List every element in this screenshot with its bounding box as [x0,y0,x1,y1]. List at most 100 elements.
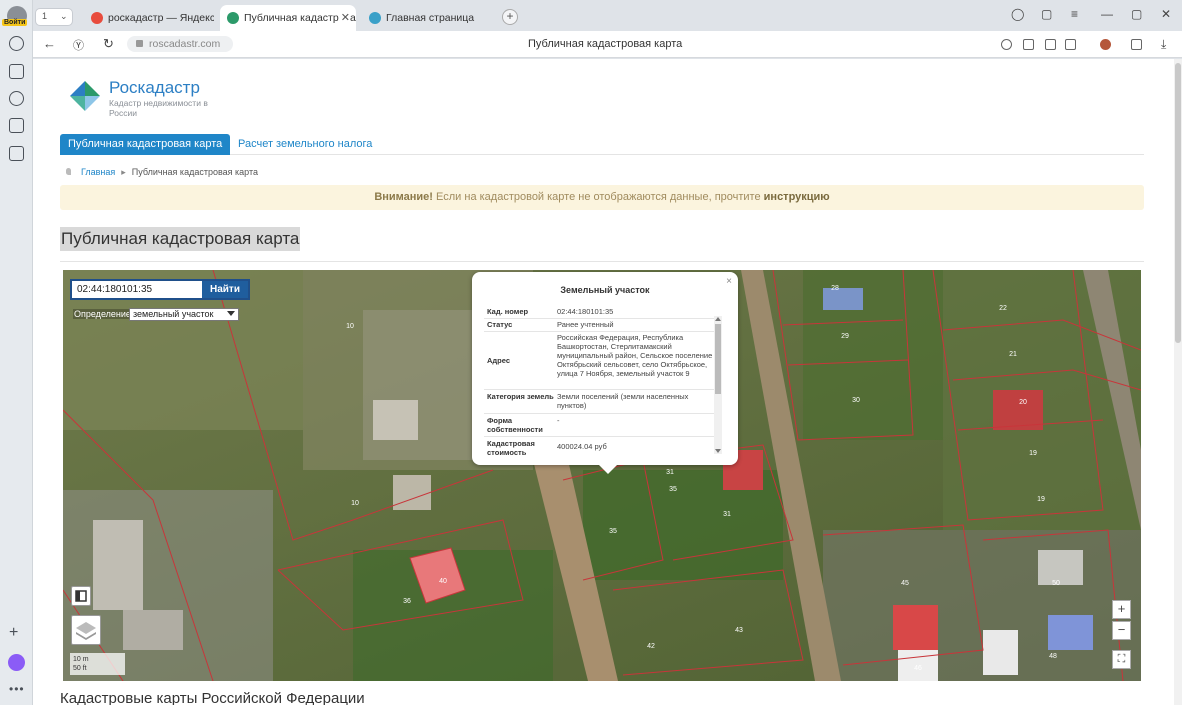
parcel-number: 35 [609,528,617,535]
tab-cadastral-map[interactable]: Публичная кадастровая карта ✕ [220,5,356,31]
alert-instruction-link[interactable]: инструкцию [764,191,830,203]
row-value: Ранее учтенный [557,320,614,329]
yandex-favicon-icon [91,12,103,24]
close-window-icon[interactable]: ✕ [1161,7,1171,21]
find-button[interactable]: Найти [202,281,248,298]
translate-icon[interactable] [1023,39,1034,50]
definition-selected-value: земельный участок [133,309,214,319]
nav-tab-cadastral-map[interactable]: Публичная кадастровая карта [60,134,231,155]
cadastral-search: Найти [70,279,250,300]
row-key: Кадастровая стоимость [487,439,535,457]
parcel-number: 10 [351,500,359,507]
table-row: Статус Ранее учтенный [484,320,718,332]
parcel-number: 40 [439,578,447,585]
table-row: Кадастровая стоимость 400024.04 руб [484,439,718,459]
roscadastr-logo-icon [70,81,100,111]
roscadastr-favicon-icon [227,12,239,24]
tab-home-page[interactable]: Главная страница [362,5,492,31]
row-key: Форма собственности [487,416,543,434]
scroll-up-icon[interactable] [715,317,721,321]
parcel-number: 19 [1029,450,1037,457]
heading-divider [60,261,1144,262]
browser-sidebar: Войти + ••• [0,0,33,705]
map-select-tool-button[interactable] [71,586,91,606]
collections-icon[interactable] [9,64,24,79]
protect-icon[interactable] [1045,39,1056,50]
definition-label: Определение: [73,309,135,319]
breadcrumb: Главная ▸ Публичная кадастровая карта [66,167,258,178]
fullscreen-button[interactable]: ⛶ [1112,650,1131,669]
chevron-down-icon [227,311,235,316]
parcel-number: 30 [852,397,860,404]
minimize-icon[interactable]: — [1101,7,1113,21]
row-value: 02:44:180101:35 [557,307,614,316]
parcel-number: 31 [723,511,731,518]
bookmark-icon[interactable] [1065,39,1076,50]
row-value: Российская Федерация, Республика Башкорт… [557,333,713,378]
parcel-number: 10 [346,323,354,330]
parcel-number: 35 [669,486,677,493]
parcel-number: 22 [999,305,1007,312]
gallery-icon[interactable] [9,146,24,161]
definition-select[interactable]: земельный участок [129,308,239,321]
history-icon[interactable] [9,36,24,51]
downloads-icon[interactable]: ⤓ [1161,37,1166,52]
extension-icon[interactable] [1100,39,1111,50]
row-key: Адрес [487,356,511,365]
alice-icon[interactable] [8,654,25,671]
address-bar: ← Ⓨ ↻ roscadastr.com Публичная кадастров… [33,31,1182,58]
site-logo-name[interactable]: Роскадастр [109,78,200,98]
url-field[interactable]: roscadastr.com [127,36,233,52]
add-panel-icon[interactable]: + [9,624,18,642]
tab-yandex-search[interactable]: роскадастр — Яндекс: нашлось [84,5,214,31]
alert-bold: Внимание! [374,191,433,203]
reload-icon[interactable]: ↻ [103,36,114,52]
bookmarks-panel-icon[interactable]: ▢ [1041,7,1052,21]
maximize-icon[interactable]: ▢ [1131,7,1142,21]
home-favicon-icon [369,12,381,24]
page-scrollbar[interactable] [1174,59,1182,705]
breadcrumb-home-link[interactable]: Главная [81,167,115,177]
alert-text: Если на кадастровой карте не отображаютс… [436,191,761,203]
table-row: Кад. номер 02:44:180101:35 [484,307,718,319]
new-tab-button[interactable]: + [502,9,518,25]
tab-group-count: 1 [42,11,48,21]
number-three-icon[interactable] [9,118,24,133]
parcel-number: 28 [831,285,839,292]
yandex-icon[interactable]: Ⓨ [73,37,84,53]
nav-tab-land-tax[interactable]: Расчет земельного налога [238,138,372,150]
site-logo-subtitle: Кадастр недвижимости в России [109,98,208,118]
scale-imperial: 50 ft [73,665,87,672]
row-value: Земли поселений (земли населенных пункто… [557,392,689,410]
parcel-number: 36 [403,598,411,605]
cadastral-number-input[interactable] [72,281,200,298]
login-badge[interactable]: Войти [2,19,28,26]
tab-label: Главная страница [386,12,475,24]
popup-title: Земельный участок [560,285,650,295]
layers-button[interactable] [71,615,101,645]
zoom-out-button[interactable]: − [1112,621,1131,640]
layers-icon [76,622,96,640]
close-tab-icon[interactable]: ✕ [338,11,350,24]
profile-icon[interactable]: ◯ [1011,7,1024,21]
parcel-number: 43 [735,627,743,634]
collections-button-icon[interactable] [1131,39,1142,50]
parcel-number: 21 [1009,351,1017,358]
menu-icon[interactable]: ≡ [1071,7,1078,21]
close-icon[interactable]: × [726,276,732,287]
scroll-thumb[interactable] [715,324,721,394]
back-icon[interactable]: ← [43,36,56,51]
popup-scrollbar[interactable] [714,316,722,454]
cadastral-map[interactable]: 10 10 28 29 30 22 21 20 19 19 31 35 31 3… [63,270,1141,681]
row-value: - [557,416,560,425]
scroll-thumb[interactable] [1175,63,1181,343]
zoom-in-button[interactable]: + [1112,600,1131,619]
more-icon[interactable]: ••• [9,682,25,696]
headphones-icon[interactable] [1001,39,1012,50]
page-content: Роскадастр Кадастр недвижимости в России… [33,59,1182,705]
play-icon[interactable] [9,91,24,106]
tab-group-switch[interactable]: 1 ⌄ [35,8,73,26]
parcel-info-popup: Земельный участок × Кад. номер 02:44:180… [472,272,738,474]
scroll-down-icon[interactable] [715,449,721,453]
section-heading: Кадастровые карты Российской Федерации [60,690,365,705]
